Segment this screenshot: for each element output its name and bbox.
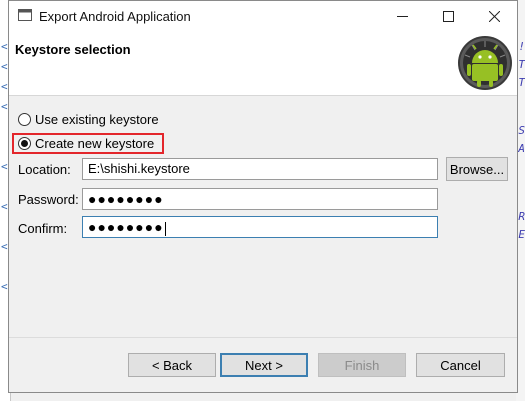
android-logo-icon [458,36,512,90]
back-button[interactable]: < Back [128,353,216,377]
title-bar: Export Android Application [9,1,517,31]
editor-glyph: < [1,160,8,173]
create-new-radio[interactable] [18,137,31,150]
editor-glyph: T [518,58,525,71]
cancel-button[interactable]: Cancel [416,353,505,377]
editor-glyph: R [518,210,525,223]
minimize-icon [396,15,408,17]
editor-glyph: < [1,40,8,53]
editor-glyph: < [1,240,8,253]
browse-button[interactable]: Browse... [446,157,508,181]
finish-button[interactable]: Finish [318,353,406,377]
create-new-keystore-option[interactable]: Create new keystore [18,136,154,151]
use-existing-keystore-option[interactable]: Use existing keystore [18,112,159,127]
editor-glyph: A [518,142,525,155]
location-label: Location: [18,162,71,177]
password-input[interactable]: ●●●●●●●● [82,188,438,210]
password-value: ●●●●●●●● [88,191,164,207]
wizard-banner: Keystore selection [9,31,517,96]
window-app-icon [18,9,32,21]
editor-glyph: < [1,200,8,213]
close-button[interactable] [471,1,517,31]
use-existing-label: Use existing keystore [35,112,159,127]
export-dialog: Export Android Application Keystore sele… [8,0,518,393]
confirm-password-input[interactable]: ●●●●●●●● [82,216,438,238]
password-label: Password: [18,192,79,207]
button-bar-separator [9,337,517,338]
editor-glyph: S [518,124,525,137]
editor-glyph: T [518,76,525,89]
create-new-label: Create new keystore [35,136,155,151]
maximize-button[interactable] [425,1,471,31]
editor-glyph: < [1,60,8,73]
editor-glyph: E [518,228,525,241]
editor-glyph: < [1,100,8,113]
minimize-button[interactable] [379,1,425,31]
location-input[interactable]: E:\shishi.keystore [82,158,438,180]
page-title: Keystore selection [15,42,131,57]
text-caret [164,221,166,236]
editor-glyph: < [1,280,8,293]
window-title: Export Android Application [39,9,191,24]
confirm-label: Confirm: [18,221,68,236]
confirm-value: ●●●●●●●● [88,219,164,235]
use-existing-radio[interactable] [18,113,31,126]
next-button[interactable]: Next > [220,353,308,377]
close-icon [488,10,500,22]
location-value: E:\shishi.keystore [88,161,190,176]
editor-glyph: < [1,80,8,93]
editor-glyph: ! [518,40,525,53]
maximize-icon [442,10,454,22]
